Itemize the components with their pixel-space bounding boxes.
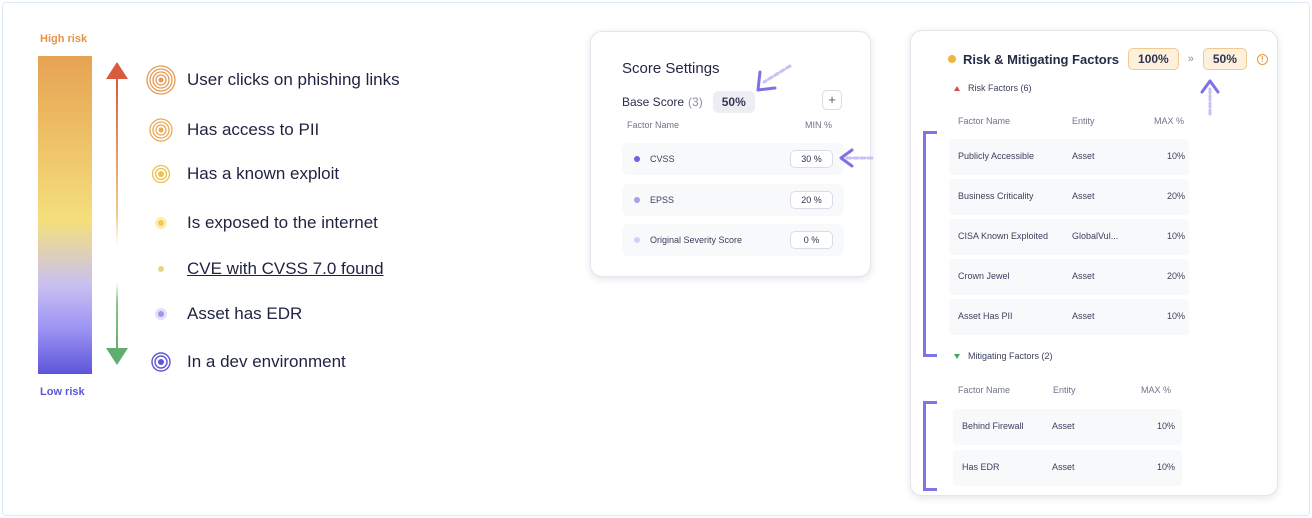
arrow-up-pointer-icon [1200, 79, 1220, 116]
pointer-arrows-layer [756, 64, 1220, 168]
arrow-left-icon [839, 148, 874, 168]
arrow-down-left-icon [756, 64, 792, 92]
